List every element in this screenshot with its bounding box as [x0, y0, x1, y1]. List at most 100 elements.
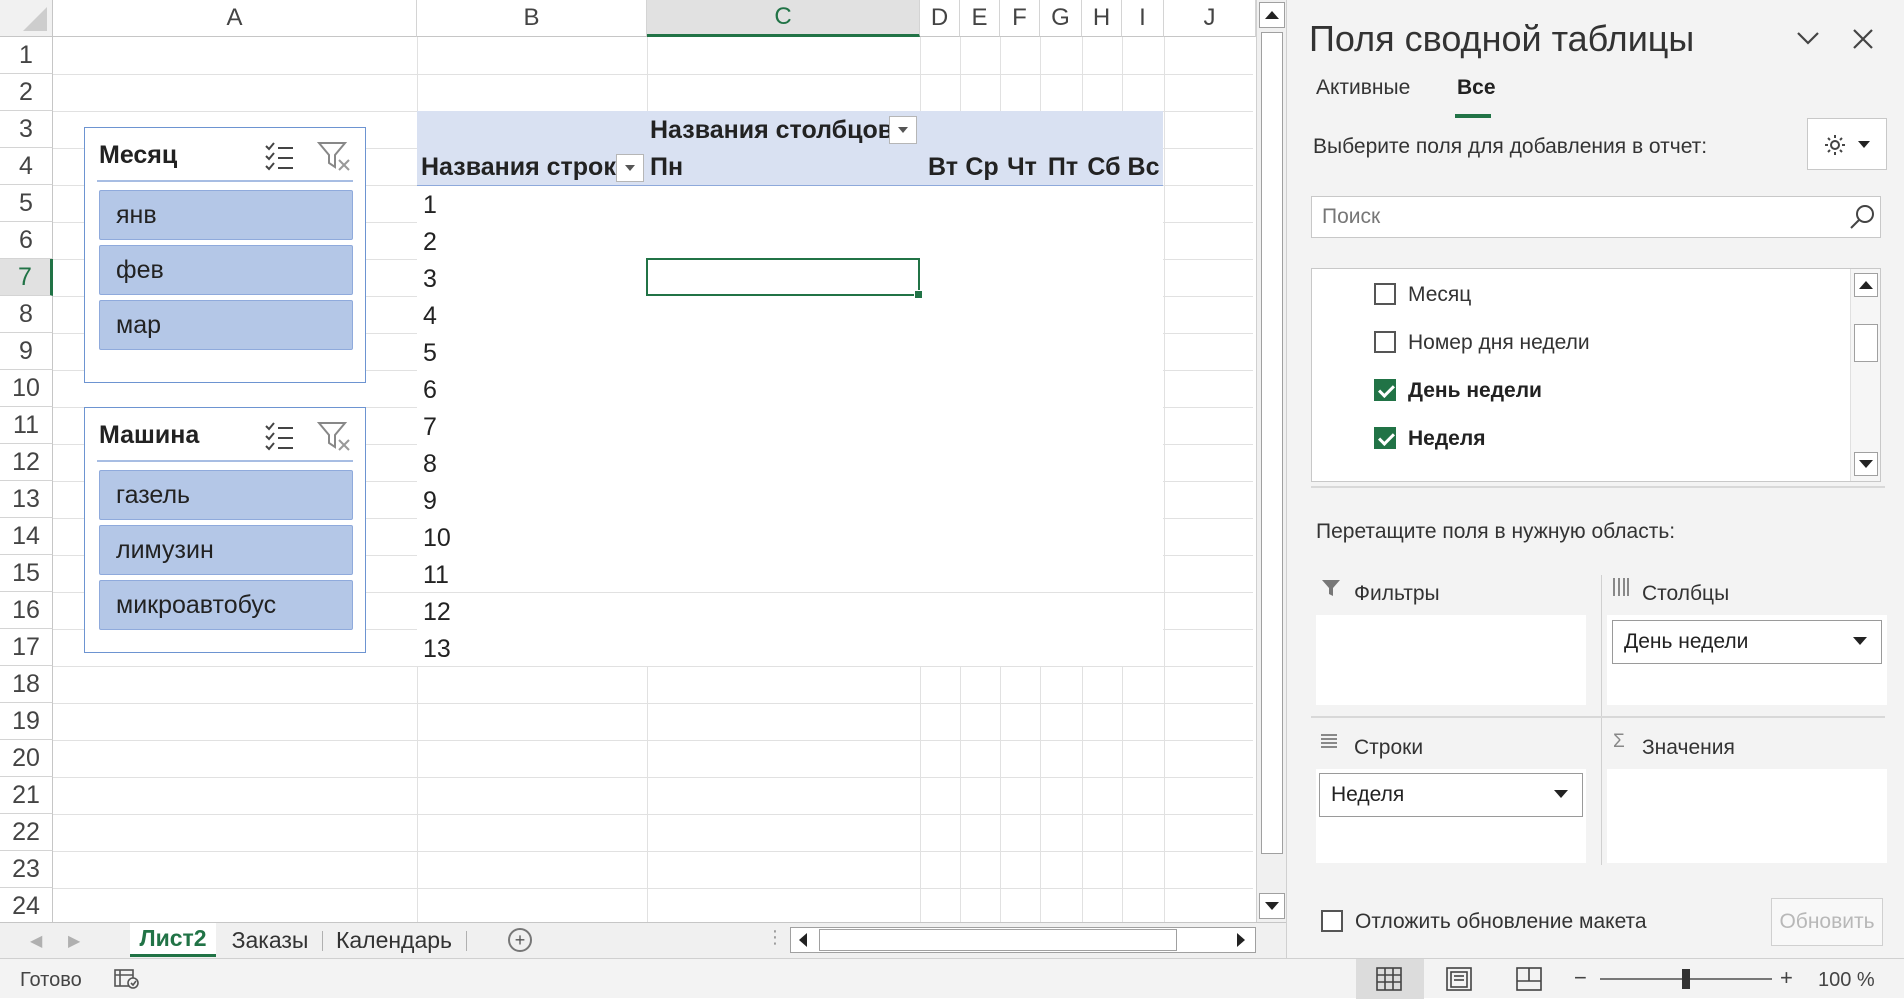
page-layout-icon[interactable]: [1446, 967, 1472, 991]
search-icon[interactable]: [1848, 203, 1876, 231]
clear-filter-icon[interactable]: [316, 420, 351, 452]
field-checkbox-weekday[interactable]: [1374, 379, 1396, 401]
row-header-6[interactable]: 6: [0, 222, 53, 259]
scroll-thumb[interactable]: [1261, 32, 1283, 854]
field-checkbox-weekday-number[interactable]: [1374, 331, 1396, 353]
field-label-weekday[interactable]: День недели: [1408, 379, 1542, 403]
slicer-vehicle[interactable]: Машина газель лимузин микроавтобус: [84, 407, 366, 653]
row-header-4[interactable]: 4: [0, 148, 53, 185]
field-scroll-up-button[interactable]: [1854, 273, 1878, 297]
update-button[interactable]: Обновить: [1771, 898, 1883, 946]
row-header-13[interactable]: 13: [0, 481, 53, 518]
field-list[interactable]: Месяц Номер дня недели День недели Недел…: [1311, 268, 1881, 482]
tab-scroll-left-icon[interactable]: ◀: [30, 931, 42, 951]
vertical-scrollbar[interactable]: [1256, 0, 1286, 922]
row-header-10[interactable]: 10: [0, 370, 53, 407]
pane-tab-active-fields[interactable]: Активные: [1316, 76, 1410, 100]
page-break-preview-icon[interactable]: [1516, 967, 1542, 991]
pane-settings-button[interactable]: [1807, 118, 1887, 170]
row-header-15[interactable]: 15: [0, 555, 53, 592]
row-header-5[interactable]: 5: [0, 185, 53, 222]
row-header-9[interactable]: 9: [0, 333, 53, 370]
field-label-weekday-number[interactable]: Номер дня недели: [1408, 331, 1590, 355]
column-header-a[interactable]: A: [53, 0, 417, 37]
row-header-8[interactable]: 8: [0, 296, 53, 333]
sheet-tab-list2[interactable]: Лист2: [130, 923, 216, 957]
field-scroll-down-button[interactable]: [1854, 452, 1878, 476]
slicer-item-mar[interactable]: мар: [99, 300, 353, 350]
field-search-input[interactable]: Поиск: [1311, 196, 1881, 238]
chevron-down-icon[interactable]: [1795, 28, 1821, 48]
column-header-c[interactable]: C: [647, 0, 920, 37]
defer-update-checkbox[interactable]: [1321, 910, 1343, 932]
row-header-21[interactable]: 21: [0, 777, 53, 814]
filters-drop-area[interactable]: [1316, 615, 1586, 705]
row-header-12[interactable]: 12: [0, 444, 53, 481]
field-list-scrollbar[interactable]: [1850, 269, 1880, 481]
column-header-b[interactable]: B: [417, 0, 647, 37]
tab-scroll-right-icon[interactable]: ▶: [68, 931, 80, 951]
values-drop-area[interactable]: [1607, 769, 1887, 863]
row-header-24[interactable]: 24: [0, 888, 53, 922]
sheet-tab-orders[interactable]: Заказы: [222, 923, 318, 957]
row-header-18[interactable]: 18: [0, 666, 53, 703]
row-header-20[interactable]: 20: [0, 740, 53, 777]
slicer-item-minibus[interactable]: микроавтобус: [99, 580, 353, 630]
splitter-dots-icon[interactable]: ⋮: [766, 927, 784, 948]
select-all-corner[interactable]: [0, 0, 53, 37]
row-header-2[interactable]: 2: [0, 74, 53, 111]
row-header-3[interactable]: 3: [0, 111, 53, 148]
column-header-e[interactable]: E: [960, 0, 1000, 37]
zoom-out-button[interactable]: −: [1574, 965, 1587, 991]
scroll-down-button[interactable]: [1259, 893, 1285, 919]
slicer-item-feb[interactable]: фев: [99, 245, 353, 295]
scroll-up-button[interactable]: [1259, 2, 1285, 28]
row-header-1[interactable]: 1: [0, 37, 53, 74]
column-header-i[interactable]: I: [1122, 0, 1164, 37]
accessibility-check-icon[interactable]: [114, 967, 140, 991]
fill-handle[interactable]: [914, 290, 923, 299]
active-cell-c7[interactable]: [646, 258, 923, 299]
column-header-d[interactable]: D: [920, 0, 960, 37]
scroll-right-button[interactable]: [1231, 929, 1251, 951]
rows-drop-area[interactable]: Неделя: [1316, 769, 1586, 863]
slicer-item-gazel[interactable]: газель: [99, 470, 353, 520]
column-header-j[interactable]: J: [1164, 0, 1256, 37]
multi-select-icon[interactable]: [263, 140, 295, 172]
row-header-19[interactable]: 19: [0, 703, 53, 740]
multi-select-icon[interactable]: [263, 420, 295, 452]
row-header-17[interactable]: 17: [0, 629, 53, 666]
row-header-23[interactable]: 23: [0, 851, 53, 888]
field-label-month[interactable]: Месяц: [1408, 283, 1471, 307]
zoom-in-button[interactable]: +: [1780, 965, 1793, 991]
clear-filter-icon[interactable]: [316, 140, 351, 172]
column-header-f[interactable]: F: [1000, 0, 1040, 37]
horizontal-scrollbar[interactable]: [790, 927, 1256, 953]
columns-field-chip[interactable]: День недели: [1612, 620, 1882, 664]
spreadsheet-grid[interactable]: A B C D E F G H I J 1 2 3 4 5 6 7 8 9 10…: [0, 0, 1256, 922]
row-header-16[interactable]: 16: [0, 592, 53, 629]
pane-tab-all[interactable]: Все: [1457, 76, 1496, 100]
pivot-table[interactable]: Названия столбцов Названия строк Пн Вт С…: [417, 111, 1163, 666]
scroll-left-button[interactable]: [793, 929, 813, 951]
row-header-22[interactable]: 22: [0, 814, 53, 851]
rows-field-chip[interactable]: Неделя: [1319, 773, 1583, 817]
field-checkbox-month[interactable]: [1374, 283, 1396, 305]
row-header-14[interactable]: 14: [0, 518, 53, 555]
defer-update-label[interactable]: Отложить обновление макета: [1355, 910, 1647, 934]
add-sheet-icon[interactable]: +: [508, 928, 532, 952]
columns-drop-area[interactable]: День недели: [1607, 615, 1887, 705]
column-header-g[interactable]: G: [1040, 0, 1082, 37]
field-label-week[interactable]: Неделя: [1408, 427, 1485, 451]
close-icon[interactable]: [1852, 28, 1874, 50]
slicer-month[interactable]: Месяц янв фев мар: [84, 127, 366, 383]
zoom-slider-thumb[interactable]: [1682, 969, 1690, 989]
row-header-7[interactable]: 7: [0, 259, 53, 296]
normal-view-button[interactable]: [1356, 959, 1424, 999]
field-scroll-thumb[interactable]: [1854, 324, 1878, 362]
column-labels-filter-button[interactable]: [889, 116, 917, 144]
column-header-h[interactable]: H: [1082, 0, 1122, 37]
row-header-11[interactable]: 11: [0, 407, 53, 444]
field-checkbox-week[interactable]: [1374, 427, 1396, 449]
row-labels-filter-button[interactable]: [616, 154, 644, 182]
